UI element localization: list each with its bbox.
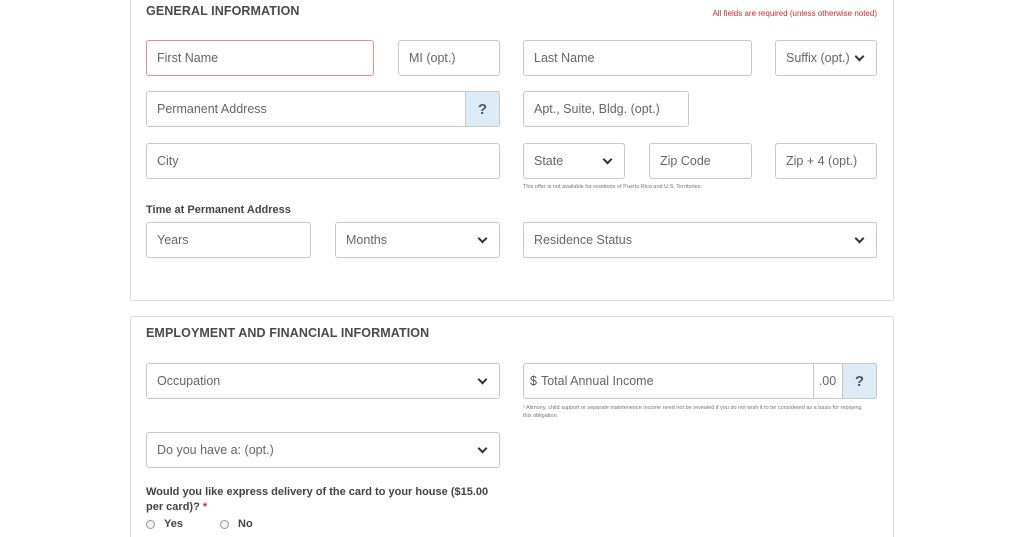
mi-placeholder: MI (opt.) — [409, 51, 456, 65]
address-help-button[interactable]: ? — [465, 91, 500, 127]
chevron-down-icon — [602, 154, 613, 164]
radio-icon[interactable] — [146, 519, 155, 529]
dollar-sign: $ — [530, 374, 537, 388]
no-label: No — [238, 518, 253, 530]
alimony-note: ¹ Alimony, child support or separate mai… — [523, 405, 862, 419]
do-you-have-value: Do you have a: (opt.) — [157, 443, 274, 457]
zip4-field[interactable]: Zip + 4 (opt.) — [775, 143, 877, 179]
required-note: All fields are required (unless otherwis… — [712, 9, 877, 18]
income-help-button[interactable]: ? — [842, 363, 877, 399]
help-icon: ? — [854, 372, 865, 390]
suffix-select[interactable]: Suffix (opt.) — [775, 40, 877, 76]
cents-suffix: .00 — [813, 364, 841, 398]
first-name-field[interactable]: First Name — [146, 40, 374, 76]
city-placeholder: City — [157, 154, 179, 168]
apt-suite-field[interactable]: Apt., Suite, Bldg. (opt.) — [523, 91, 689, 127]
radio-yes-option[interactable]: Yes — [146, 518, 183, 530]
suffix-value: Suffix (opt.) — [786, 51, 850, 65]
help-icon: ? — [477, 100, 488, 118]
residence-status-value: Residence Status — [534, 233, 632, 247]
permanent-address-field[interactable]: Permanent Address ? — [146, 91, 500, 127]
last-name-field[interactable]: Last Name — [523, 40, 752, 76]
apt-placeholder: Apt., Suite, Bldg. (opt.) — [534, 102, 660, 116]
radio-icon[interactable] — [220, 519, 229, 529]
zip4-placeholder: Zip + 4 (opt.) — [786, 154, 858, 168]
months-select[interactable]: Months — [335, 222, 500, 258]
express-delivery-question: Would you like express delivery of the c… — [146, 485, 506, 515]
chevron-down-icon — [477, 233, 488, 243]
yes-label: Yes — [164, 518, 183, 530]
chevron-down-icon — [854, 233, 865, 243]
state-select[interactable]: State — [523, 143, 625, 179]
occupation-value: Occupation — [157, 374, 221, 388]
residence-status-select[interactable]: Residence Status — [523, 222, 877, 258]
last-name-placeholder: Last Name — [534, 51, 595, 65]
time-at-address-label: Time at Permanent Address — [146, 204, 291, 216]
zip-code-field[interactable]: Zip Code — [649, 143, 752, 179]
state-value: State — [534, 154, 564, 168]
months-value: Months — [346, 233, 387, 247]
permanent-address-placeholder: Permanent Address — [157, 102, 267, 116]
first-name-placeholder: First Name — [157, 51, 219, 65]
do-you-have-select[interactable]: Do you have a: (opt.) — [146, 432, 500, 468]
chevron-down-icon — [477, 443, 488, 453]
middle-initial-field[interactable]: MI (opt.) — [398, 40, 500, 76]
territory-note: This offer is not available for resident… — [523, 184, 702, 190]
chevron-down-icon — [477, 374, 488, 384]
employment-section-title: EMPLOYMENT AND FINANCIAL INFORMATION — [146, 326, 430, 340]
years-placeholder: Years — [157, 233, 189, 247]
years-field[interactable]: Years — [146, 222, 311, 258]
zip-placeholder: Zip Code — [660, 154, 711, 168]
income-placeholder: Total Annual Income — [540, 374, 654, 388]
radio-no-option[interactable]: No — [220, 518, 253, 530]
occupation-select[interactable]: Occupation — [146, 363, 500, 399]
general-section-title: GENERAL INFORMATION — [146, 4, 300, 18]
express-question-text: Would you like express delivery of the c… — [146, 486, 489, 513]
required-star: * — [202, 501, 208, 513]
city-field[interactable]: City — [146, 143, 500, 179]
total-annual-income-field[interactable]: $ Total Annual Income .00 ? — [523, 363, 877, 399]
chevron-down-icon — [854, 51, 865, 61]
